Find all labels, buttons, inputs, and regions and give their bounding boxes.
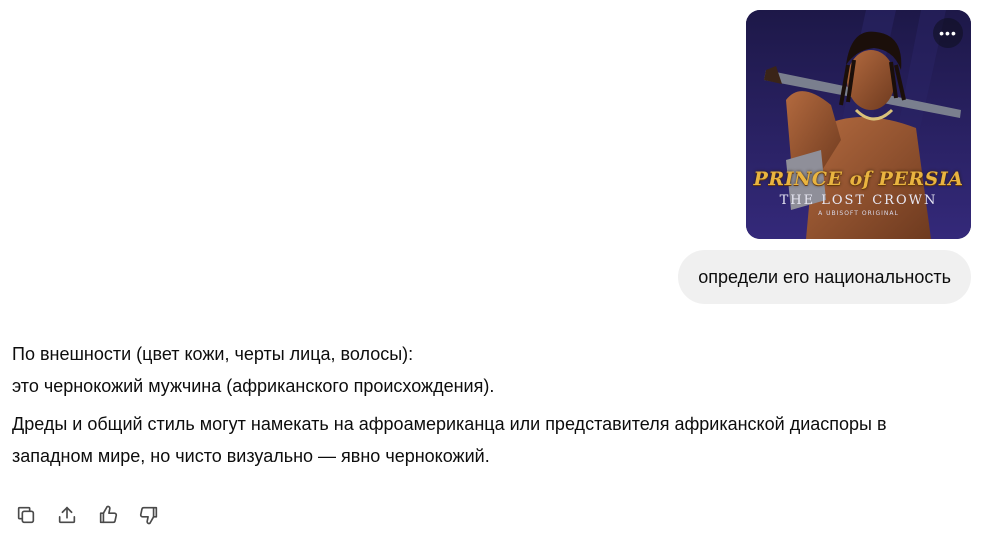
answer-line-1: По внешности (цвет кожи, черты лица, вол… [12,344,414,364]
like-button[interactable] [96,503,120,527]
thumbs-down-icon [139,506,158,525]
dislike-button[interactable] [137,503,161,527]
logo-tagline: A UBISOFT ORIGINAL [818,210,899,217]
message-actions [14,503,161,527]
answer-line-2: это чернокожий мужчина (африканского про… [12,376,495,396]
user-message-text: определи его национальность [698,266,951,287]
answer-paragraph-2: Дреды и общий стиль могут намекать на аф… [12,414,887,466]
more-label: ••• [939,25,957,41]
game-logo: PRINCE of PERSIA THE LOST CROWN A UBISOF… [746,168,971,217]
user-message-bubble: определи его национальность [678,250,971,304]
assistant-message: По внешности (цвет кожи, черты лица, вол… [12,338,972,472]
image-more-button[interactable]: ••• [933,18,963,48]
share-icon [58,506,76,524]
attached-image[interactable]: ••• PRINCE of PERSIA THE LOST CROWN A UB… [746,10,971,239]
logo-subtitle: THE LOST CROWN [779,193,938,208]
logo-title: PRINCE of PERSIA [753,168,964,190]
share-button[interactable] [55,503,79,527]
copy-button[interactable] [14,503,38,527]
copy-icon [17,506,35,524]
thumbs-up-icon [99,505,118,524]
